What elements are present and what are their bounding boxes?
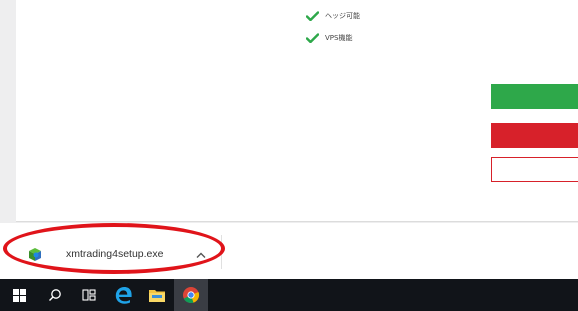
outline-cta-button[interactable] (491, 157, 578, 182)
download-item[interactable]: xmtrading4setup.exe (26, 241, 163, 267)
feature-item: VPS機能 (306, 33, 352, 43)
check-icon (306, 33, 319, 43)
task-view-icon[interactable] (72, 279, 106, 311)
taskbar (0, 279, 578, 311)
installer-icon (29, 248, 41, 261)
chevron-up-icon[interactable] (195, 251, 207, 259)
check-icon (306, 11, 319, 21)
file-explorer-icon[interactable] (140, 279, 174, 311)
chrome-icon[interactable] (174, 279, 208, 311)
windows-start-icon[interactable] (0, 279, 38, 311)
red-cta-button[interactable] (491, 123, 578, 148)
feature-label: ヘッジ可能 (325, 12, 360, 20)
search-icon[interactable] (38, 279, 72, 311)
page-content: ヘッジ可能 VPS機能 (16, 0, 578, 222)
feature-label: VPS機能 (325, 34, 353, 42)
download-bar: xmtrading4setup.exe (0, 223, 578, 279)
download-file-name: xmtrading4setup.exe (66, 248, 164, 260)
divider (221, 235, 222, 269)
green-cta-button[interactable] (491, 84, 578, 109)
feature-item: ヘッジ可能 (306, 11, 360, 21)
edge-icon[interactable] (106, 279, 140, 311)
